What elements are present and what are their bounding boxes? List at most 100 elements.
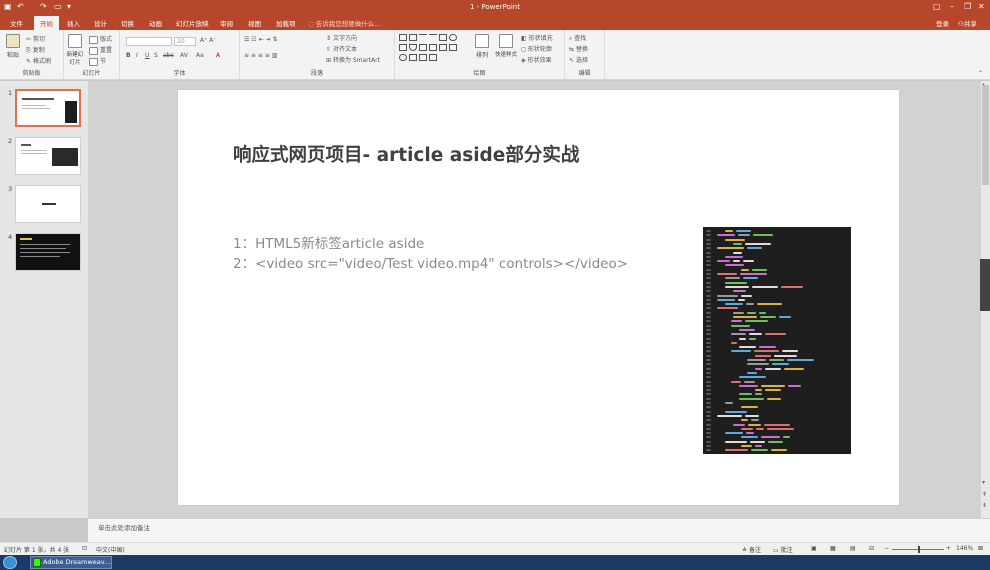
shape-elbow-icon[interactable] bbox=[419, 44, 427, 51]
text-direction-button[interactable]: ⇕ 文字方向 bbox=[326, 33, 357, 42]
font-size-field[interactable]: 20 bbox=[174, 37, 196, 46]
shape-triangle-icon[interactable] bbox=[409, 44, 417, 51]
spellcheck-icon[interactable]: ⊡ bbox=[82, 545, 87, 552]
shape-star-icon[interactable] bbox=[449, 44, 457, 51]
slide-canvas[interactable]: 响应式网页项目- article aside部分实战 1：HTML5新标签art… bbox=[178, 90, 899, 505]
align-text-button[interactable]: ⇳ 对齐文本 bbox=[326, 44, 357, 53]
scroll-thumb[interactable] bbox=[982, 85, 989, 185]
taskbar-item-dreamweaver[interactable]: Adobe Dreamweav... bbox=[30, 556, 112, 569]
zoom-slider-thumb[interactable] bbox=[918, 546, 920, 553]
shape-brace-icon[interactable] bbox=[409, 54, 417, 61]
find-button[interactable]: ⌕ 查找 bbox=[569, 33, 586, 43]
scroll-down-icon[interactable]: ▾ bbox=[982, 479, 985, 486]
zoom-in-icon[interactable]: + bbox=[946, 545, 951, 552]
previous-slide-icon[interactable]: ⇞ bbox=[982, 491, 987, 498]
tab-review[interactable]: 审阅 bbox=[220, 18, 233, 28]
ribbon-display-icon[interactable]: ▢ bbox=[933, 2, 941, 11]
comments-button[interactable]: ▭ 批注 bbox=[773, 545, 793, 554]
tab-design[interactable]: 设计 bbox=[94, 18, 107, 28]
sign-in-link[interactable]: 登录 bbox=[936, 18, 949, 28]
bullet-item-2[interactable]: 2：<video src="video/Test video.mp4" cont… bbox=[233, 252, 628, 272]
quick-styles-button[interactable]: 快速样式 bbox=[493, 34, 519, 58]
zoom-level[interactable]: 146% bbox=[956, 545, 973, 552]
tell-me-box[interactable]: ◌ 告诉我您想要做什么... bbox=[308, 18, 380, 28]
shape-textbox-icon[interactable] bbox=[409, 34, 417, 41]
paste-button[interactable]: 粘贴 bbox=[4, 34, 22, 59]
close-icon[interactable]: ✕ bbox=[978, 2, 985, 11]
spacing-button[interactable]: AV bbox=[180, 52, 188, 59]
slide-thumbnail-2[interactable] bbox=[15, 137, 81, 175]
shape-outline-button[interactable]: ◻ 形状轮廓 bbox=[521, 44, 552, 53]
shape-bracket-icon[interactable] bbox=[419, 54, 427, 61]
zoom-out-icon[interactable]: − bbox=[884, 545, 889, 552]
font-name-field[interactable] bbox=[126, 37, 172, 46]
tab-animations[interactable]: 动画 bbox=[149, 18, 162, 28]
shape-curve-icon[interactable] bbox=[399, 54, 407, 61]
slide-thumbnail-1[interactable] bbox=[15, 89, 81, 127]
bullet-item-1[interactable]: 1：HTML5新标签article aside bbox=[233, 232, 424, 252]
start-button-icon[interactable] bbox=[3, 556, 17, 569]
reset-button[interactable]: 重置 bbox=[89, 45, 112, 55]
shape-right-arrow-icon[interactable] bbox=[429, 44, 437, 51]
code-screenshot-image[interactable] bbox=[703, 227, 851, 454]
smartart-button[interactable]: ⊞ 转换为 SmartArt bbox=[326, 55, 380, 64]
tab-slideshow[interactable]: 幻灯片放映 bbox=[176, 18, 209, 28]
shape-freeform-icon[interactable] bbox=[429, 54, 437, 61]
slide-thumbnail-4[interactable] bbox=[15, 233, 81, 271]
shape-arrow-icon[interactable] bbox=[429, 34, 437, 41]
shape-rect-icon[interactable] bbox=[399, 34, 407, 41]
tab-home[interactable]: 开始 bbox=[34, 16, 59, 30]
layout-button[interactable]: 版式 bbox=[89, 34, 112, 44]
share-button[interactable]: ⚇共享 bbox=[958, 18, 977, 28]
cut-button[interactable]: ✂ 剪切 bbox=[26, 34, 45, 43]
notes-pane[interactable]: 单击此处添加备注 bbox=[88, 518, 990, 542]
arrange-label: 排列 bbox=[475, 52, 488, 59]
case-button[interactable]: Aa bbox=[196, 52, 204, 59]
notes-button[interactable]: ≙ 备注 bbox=[742, 545, 761, 554]
side-panel-handle[interactable] bbox=[980, 259, 990, 311]
shape-down-arrow-icon[interactable] bbox=[439, 44, 447, 51]
tab-view[interactable]: 视图 bbox=[248, 18, 261, 28]
shape-oval-icon[interactable] bbox=[449, 34, 457, 41]
restore-icon[interactable]: ❐ bbox=[964, 2, 971, 11]
next-slide-icon[interactable]: ⇟ bbox=[982, 502, 987, 509]
normal-view-icon[interactable]: ▣ bbox=[811, 545, 817, 552]
tab-transitions[interactable]: 切换 bbox=[121, 18, 134, 28]
arrange-button[interactable]: 排列 bbox=[473, 34, 491, 59]
font-color-button[interactable]: A bbox=[216, 52, 220, 59]
copy-button[interactable]: ⎘ 复制 bbox=[26, 45, 45, 55]
new-slide-button[interactable]: 新建幻灯片 bbox=[65, 34, 85, 66]
slideshow-view-icon[interactable]: ⊟ bbox=[869, 545, 874, 552]
strikethrough-button[interactable]: abc bbox=[163, 52, 174, 59]
bold-button[interactable]: B bbox=[126, 52, 131, 59]
grow-font-button[interactable]: A⁺ A⁻ bbox=[200, 37, 216, 44]
shape-effects-button[interactable]: ◈ 形状效果 bbox=[521, 55, 552, 64]
slide-sorter-icon[interactable]: ▦ bbox=[830, 545, 836, 552]
align-buttons[interactable]: ≡ ≡ ≡ ≡ ▥ bbox=[244, 52, 277, 59]
bullets-button[interactable]: ☰ ☷ ⇤ ⇥ ⇅ bbox=[244, 36, 277, 43]
section-button[interactable]: 节 bbox=[89, 56, 106, 66]
shapes-gallery[interactable] bbox=[399, 34, 465, 64]
vertical-scrollbar[interactable]: ▴ ▾ ⇞ ⇟ bbox=[980, 81, 990, 518]
minimize-icon[interactable]: – bbox=[950, 2, 954, 11]
collapse-ribbon-icon[interactable]: ⌃ bbox=[978, 70, 983, 77]
tab-file[interactable]: 文件 bbox=[10, 18, 23, 28]
shape-line-icon[interactable] bbox=[419, 34, 427, 41]
select-button[interactable]: ↖ 选择 bbox=[569, 55, 588, 64]
slide-thumbnail-3[interactable] bbox=[15, 185, 81, 223]
reading-view-icon[interactable]: ▤ bbox=[850, 545, 856, 552]
replace-button[interactable]: ⇆ 替换 bbox=[569, 44, 588, 53]
shape-square-icon[interactable] bbox=[439, 34, 447, 41]
shape-fill-button[interactable]: ◧ 形状填充 bbox=[521, 33, 553, 42]
shape-rect2-icon[interactable] bbox=[399, 44, 407, 51]
slide-title[interactable]: 响应式网页项目- article aside部分实战 bbox=[233, 141, 579, 167]
code-token bbox=[755, 445, 762, 447]
underline-button[interactable]: U bbox=[145, 52, 149, 59]
language-indicator[interactable]: 中文(中国) bbox=[96, 545, 125, 554]
fit-to-window-icon[interactable]: ⊠ bbox=[978, 545, 983, 552]
format-painter-button[interactable]: ✎ 格式刷 bbox=[26, 56, 51, 65]
italic-button[interactable]: I bbox=[136, 52, 138, 59]
tab-addins[interactable]: 加载项 bbox=[276, 18, 296, 28]
shadow-button[interactable]: S bbox=[154, 52, 158, 59]
tab-insert[interactable]: 插入 bbox=[67, 18, 80, 28]
